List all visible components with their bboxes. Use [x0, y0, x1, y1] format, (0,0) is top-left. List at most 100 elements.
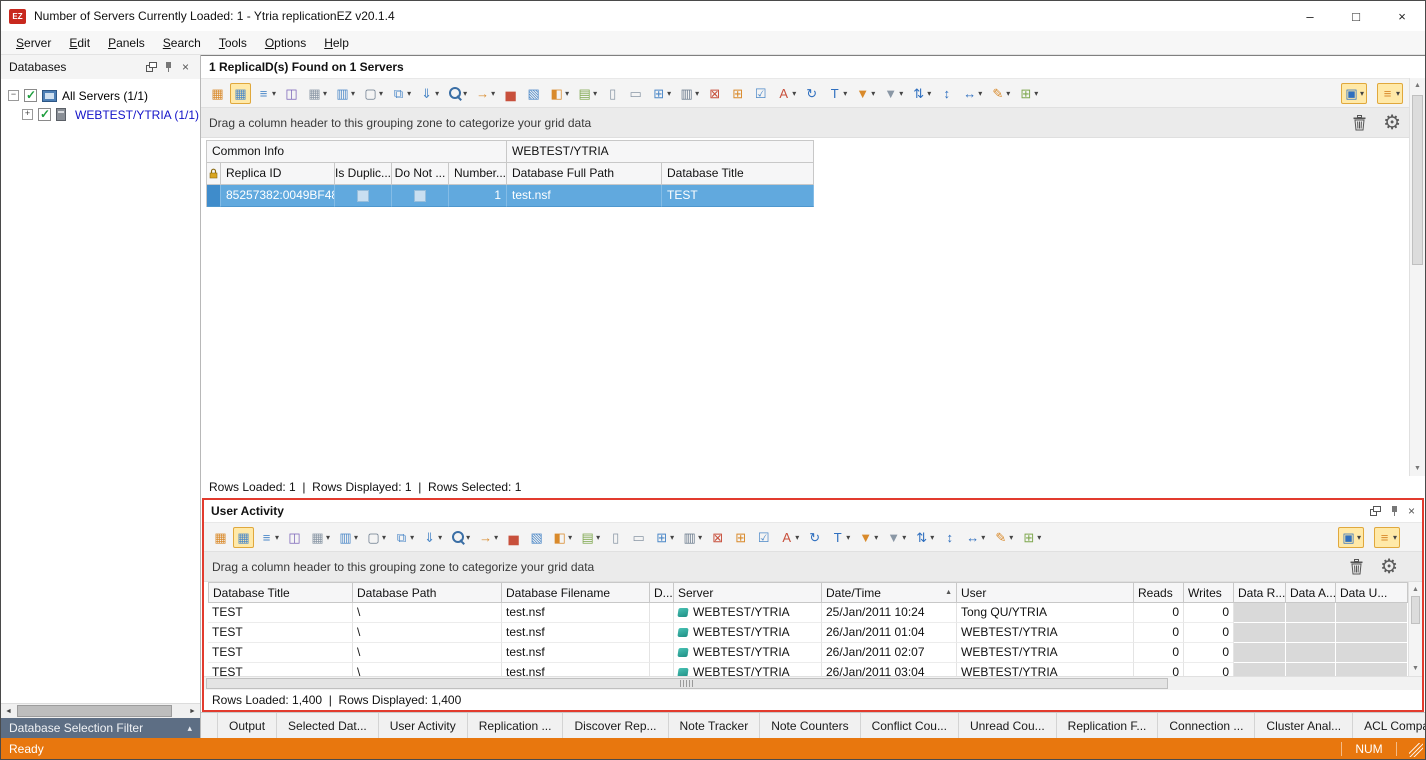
- tab-discover-replicas[interactable]: Discover Rep...: [563, 713, 668, 738]
- column-manager-icon[interactable]: ▥: [332, 83, 358, 104]
- tree-checkbox[interactable]: [24, 89, 37, 102]
- column-header-server[interactable]: Server: [674, 582, 822, 603]
- filter-icon[interactable]: ▼: [852, 83, 878, 104]
- menu-help[interactable]: Help: [315, 31, 358, 55]
- trash-icon[interactable]: [1349, 559, 1364, 575]
- search-icon[interactable]: [447, 527, 473, 548]
- user-activity-grouping-zone[interactable]: Drag a column header to this grouping zo…: [204, 552, 1422, 582]
- add-rows-icon[interactable]: ⊞: [727, 83, 748, 104]
- insert-column-icon[interactable]: ⊞: [1015, 83, 1041, 104]
- replica-grouping-zone[interactable]: Drag a column header to this grouping zo…: [201, 108, 1425, 138]
- merge-cells-icon[interactable]: ⊞: [651, 527, 677, 548]
- column-header-writes[interactable]: Writes: [1184, 582, 1234, 603]
- tab-connection-documents[interactable]: Connection ...: [1158, 713, 1255, 738]
- clear-filter-icon[interactable]: ▼: [880, 83, 906, 104]
- freeze-columns-icon[interactable]: ▯: [605, 527, 626, 548]
- scroll-thumb[interactable]: [206, 678, 1168, 689]
- menu-edit[interactable]: Edit: [60, 31, 99, 55]
- search-icon[interactable]: [444, 83, 470, 104]
- float-panel-icon[interactable]: [143, 62, 160, 72]
- merge-cells-icon[interactable]: ⊞: [648, 83, 674, 104]
- flag-cells-icon[interactable]: ⊠: [707, 527, 728, 548]
- row-height-icon[interactable]: ↕: [939, 527, 960, 548]
- column-header-database-title[interactable]: Database Title: [662, 163, 814, 185]
- close-button[interactable]: ×: [1379, 1, 1425, 31]
- column-header-database-title[interactable]: Database Title: [208, 582, 353, 603]
- paste-options-icon[interactable]: ▤: [574, 83, 600, 104]
- column-header-d[interactable]: D...: [650, 582, 674, 603]
- menu-panels[interactable]: Panels: [99, 31, 154, 55]
- menu-options[interactable]: Options: [256, 31, 315, 55]
- copy-icon[interactable]: ⧉: [388, 83, 414, 104]
- tree-item-all-servers[interactable]: − All Servers (1/1): [1, 86, 200, 105]
- table-row[interactable]: TEST \ test.nsf WEBTEST/YTRIA 26/Jan/201…: [208, 623, 1422, 643]
- collapse-groups-icon[interactable]: ◫: [284, 527, 305, 548]
- selection-mode-icon[interactable]: ▢: [360, 83, 386, 104]
- horizontal-scrollbar[interactable]: [204, 676, 1422, 690]
- vertical-scrollbar[interactable]: ▲ ▼: [1409, 78, 1425, 476]
- column-header-date-time[interactable]: Date/Time ▲: [822, 582, 957, 603]
- bar-chart-icon[interactable]: ▅: [503, 527, 524, 548]
- menu-search[interactable]: Search: [154, 31, 210, 55]
- stack-columns-icon[interactable]: ▥: [676, 83, 702, 104]
- grid-view-icon[interactable]: ▦: [233, 527, 254, 548]
- compare-panes-icon[interactable]: ◧: [549, 527, 575, 548]
- paste-options-icon[interactable]: ▤: [577, 527, 603, 548]
- column-header-is-duplicate[interactable]: Is Duplic...: [335, 163, 392, 185]
- send-export-icon[interactable]: →: [475, 527, 501, 548]
- tab-cluster-analysis[interactable]: Cluster Anal...: [1255, 713, 1353, 738]
- stack-columns-icon[interactable]: ▥: [679, 527, 705, 548]
- layout-manager-icon[interactable]: ▦: [207, 83, 228, 104]
- pin-panel-icon[interactable]: [160, 61, 177, 73]
- tab-replication-formulas[interactable]: Replication F...: [1057, 713, 1159, 738]
- table-row[interactable]: TEST \ test.nsf WEBTEST/YTRIA 25/Jan/201…: [208, 603, 1422, 623]
- copy-icon[interactable]: ⧉: [391, 527, 417, 548]
- tab-acl-comparator[interactable]: ACL Compar...: [1353, 713, 1425, 738]
- panel-layout-icon[interactable]: ▣: [1341, 83, 1367, 104]
- selection-mode-icon[interactable]: ▢: [363, 527, 389, 548]
- scroll-up-icon[interactable]: ▲: [1409, 586, 1422, 593]
- band-header-common-info[interactable]: Common Info: [207, 141, 507, 163]
- flag-cells-icon[interactable]: ⊠: [704, 83, 725, 104]
- menu-server[interactable]: Server: [7, 31, 60, 55]
- row-selector-cell[interactable]: [207, 185, 221, 207]
- pivot-chart-icon[interactable]: ▧: [526, 527, 547, 548]
- column-header-data-updated[interactable]: Data U...: [1336, 582, 1408, 603]
- insert-column-icon[interactable]: ⊞: [1018, 527, 1044, 548]
- band-header-server[interactable]: WEBTEST/YTRIA: [507, 141, 814, 163]
- font-format-icon[interactable]: A: [776, 527, 802, 548]
- gear-icon[interactable]: ⚙: [1383, 113, 1401, 133]
- resize-grip-icon[interactable]: [1409, 743, 1423, 757]
- column-header-user[interactable]: User: [957, 582, 1134, 603]
- refresh-icon[interactable]: ↻: [804, 527, 825, 548]
- scroll-down-icon[interactable]: ▼: [1410, 465, 1425, 472]
- scroll-thumb[interactable]: [17, 705, 172, 717]
- text-tools-icon[interactable]: T: [824, 83, 850, 104]
- checkbox-unchecked[interactable]: [414, 190, 426, 202]
- layout-manager-icon[interactable]: ▦: [210, 527, 231, 548]
- row-height-icon[interactable]: ↕: [936, 83, 957, 104]
- fit-width-icon[interactable]: ↔: [962, 527, 988, 548]
- column-header-reads[interactable]: Reads: [1134, 582, 1184, 603]
- tree-checkbox[interactable]: [38, 108, 51, 121]
- grid-style-icon[interactable]: ▦: [307, 527, 333, 548]
- grid-row-selected[interactable]: 85257382:0049BF48 1 test.nsf TEST: [207, 185, 814, 207]
- filter-icon[interactable]: ▼: [855, 527, 881, 548]
- column-header-number[interactable]: Number...: [449, 163, 507, 185]
- pivot-chart-icon[interactable]: ▧: [523, 83, 544, 104]
- column-header-database-full-path[interactable]: Database Full Path: [507, 163, 662, 185]
- bar-chart-icon[interactable]: ▅: [500, 83, 521, 104]
- sort-icon[interactable]: ⇅: [908, 83, 934, 104]
- compare-panes-icon[interactable]: ◧: [546, 83, 572, 104]
- maximize-button[interactable]: □: [1333, 1, 1379, 31]
- tree-expander-icon[interactable]: −: [8, 90, 19, 101]
- export-rows-icon[interactable]: ⇓: [419, 527, 445, 548]
- tab-unread-counters[interactable]: Unread Cou...: [959, 713, 1057, 738]
- freeze-rows-icon[interactable]: ▭: [628, 527, 649, 548]
- sort-icon[interactable]: ⇅: [911, 527, 937, 548]
- tab-replication[interactable]: Replication ...: [468, 713, 564, 738]
- close-panel-icon[interactable]: ×: [177, 60, 194, 74]
- grid-view-icon[interactable]: ▦: [230, 83, 251, 104]
- gear-icon[interactable]: ⚙: [1380, 557, 1398, 577]
- scroll-right-icon[interactable]: ►: [185, 708, 200, 715]
